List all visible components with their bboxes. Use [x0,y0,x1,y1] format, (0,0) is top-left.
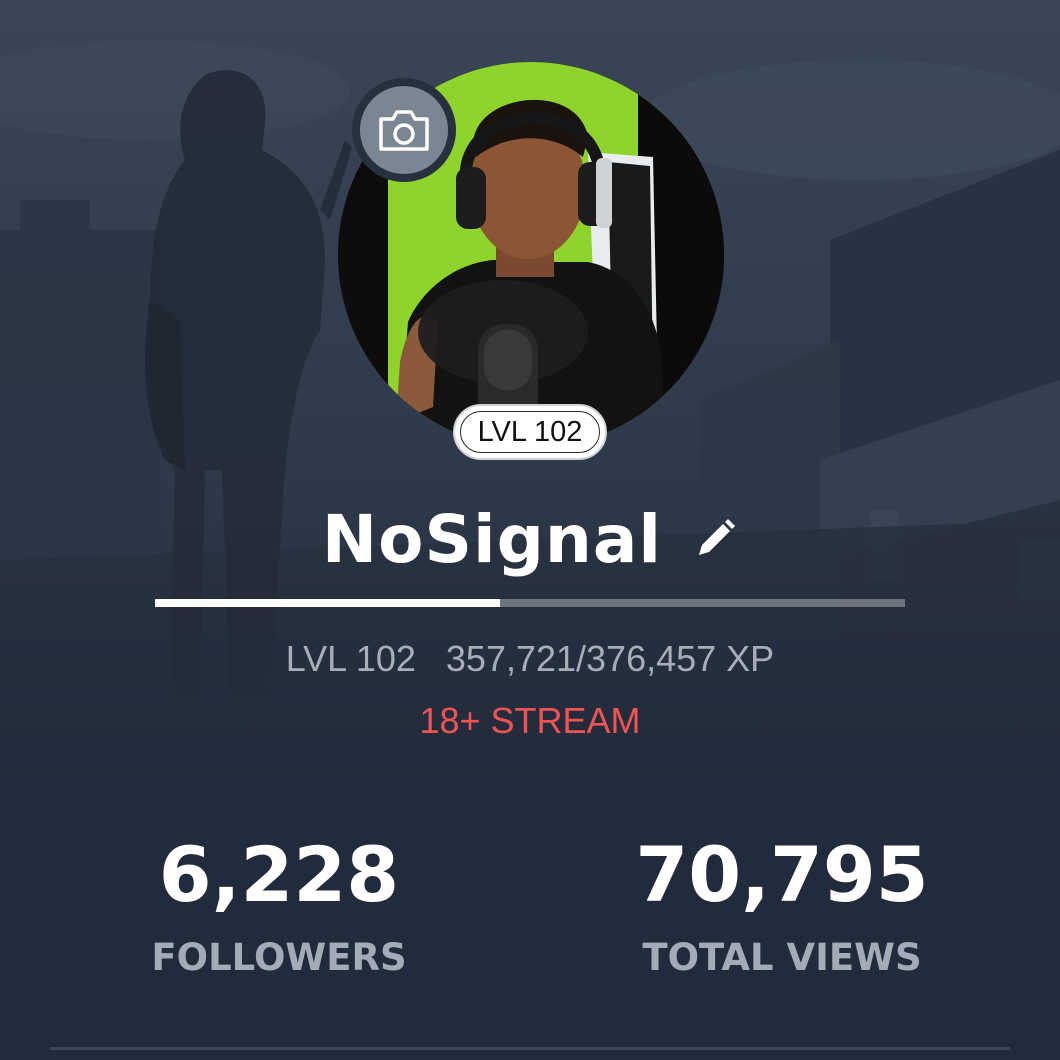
username-row: NoSignal [0,494,1060,584]
pencil-icon [699,519,736,555]
level-badge: LVL 102 [453,404,607,460]
followers-label: FOLLOWERS [151,936,407,979]
camera-button-face [360,86,448,174]
xp-progress-fill [155,599,500,607]
section-divider [50,1047,1010,1050]
xp-amount-text: 357,721/376,457 XP [445,638,775,679]
camera-icon [379,110,429,151]
total-views-stat: 70,795 TOTAL VIEWS [592,832,972,980]
total-views-count: 70,795 [635,830,929,919]
total-views-label: TOTAL VIEWS [642,936,922,979]
followers-count: 6,228 [158,830,400,919]
edit-username-button[interactable] [692,516,738,562]
change-photo-button[interactable] [352,78,456,182]
username: NoSignal [321,500,663,578]
xp-progress-bar [155,599,905,607]
stream-rating-tag: 18+ STREAM [419,700,641,741]
level-badge-label: LVL 102 [460,411,600,453]
xp-level-text: LVL 102 [285,638,416,679]
followers-stat[interactable]: 6,228 FOLLOWERS [89,832,469,980]
xp-info: LVL 102 357,721/376,457 XP [0,634,1060,684]
